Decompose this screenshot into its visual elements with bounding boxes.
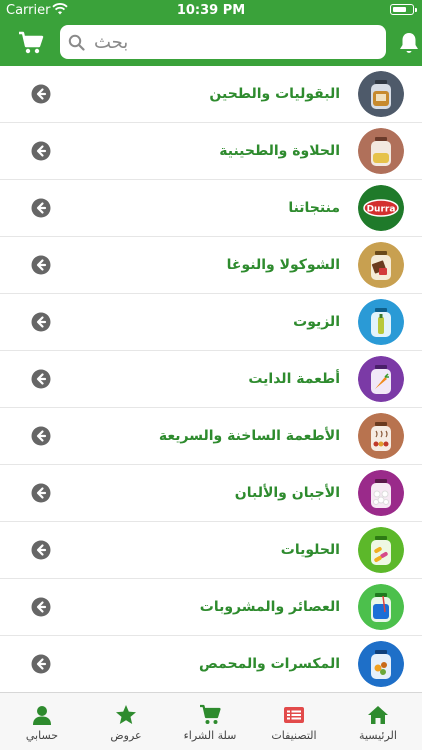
dairy-jar-icon [358,470,404,516]
top-bar: Carrier 10:39 PM [0,0,422,66]
star-icon [116,705,136,724]
chevron-left-icon [31,141,51,161]
hot-food-jar-icon [358,413,404,459]
chevron-left-icon [31,597,51,617]
candy-jar-icon [358,527,404,573]
category-row-chocolate-nougat[interactable]: الشوكولا والنوغا [0,237,422,294]
category-label: المكسرات والمحمص [199,656,340,672]
search-icon [68,34,85,51]
home-icon [368,706,388,724]
category-label: الأطعمة الساخنة والسريعة [158,428,340,444]
category-label: الحلويات [280,542,340,558]
chevron-left-icon [31,198,51,218]
category-label: البقوليات والطحين [209,86,340,102]
tab-label: الرئيسية [359,729,397,742]
chevron-left-icon [31,483,51,503]
chevron-left-icon [31,426,51,446]
tab-label: عروض [110,729,142,742]
category-row-our-products[interactable]: منتجاتنا Durra [0,180,422,237]
status-bar: Carrier 10:39 PM [0,0,422,22]
diet-jar-icon [358,356,404,402]
category-row-dairy-cheese[interactable]: الأجبان والألبان [0,465,422,522]
tab-bar: حسابي عروض سلة الشراء التصنيفات الرئيسية [0,692,422,750]
bell-icon[interactable] [398,31,420,55]
tab-my-account[interactable]: حسابي [0,693,84,750]
category-label: العصائر والمشروبات [199,599,340,615]
category-label: الحلاوة والطحينية [219,143,340,159]
tab-label: التصنيفات [271,729,317,742]
chevron-left-icon [31,540,51,560]
category-label: أطعمة الدايت [248,371,340,387]
legumes-jar-icon [358,71,404,117]
chevron-left-icon [31,255,51,275]
category-label: منتجاتنا [288,200,340,216]
oil-jar-icon [358,299,404,345]
cart-icon [200,704,221,724]
category-label: الأجبان والألبان [234,485,340,501]
list-icon [284,707,304,723]
category-label: الشوكولا والنوغا [226,257,340,273]
category-row-legumes-flour[interactable]: البقوليات والطحين [0,66,422,123]
category-row-juices-drinks[interactable]: العصائر والمشروبات [0,579,422,636]
tab-shopping-cart[interactable]: سلة الشراء [168,693,252,750]
juice-jar-icon [358,584,404,630]
cart-icon[interactable] [18,30,44,56]
durra-logo-text: Durra [367,205,396,215]
battery-icon [390,4,417,15]
chocolate-jar-icon [358,242,404,288]
chevron-left-icon [31,654,51,674]
durra-logo: Durra [358,185,404,231]
status-time: 10:39 PM [176,3,246,18]
tab-offers[interactable]: عروض [84,693,168,750]
search-bar [60,25,386,59]
nuts-jar-icon [358,641,404,687]
tab-label: سلة الشراء [183,729,237,742]
user-icon [33,706,51,725]
tab-label: حسابي [25,729,59,742]
category-row-oils[interactable]: الزيوت [0,294,422,351]
category-list: البقوليات والطحين الحلاوة والطحينية منتج… [0,66,422,692]
chevron-left-icon [31,369,51,389]
chevron-left-icon [31,84,51,104]
search-input[interactable] [90,25,380,59]
halva-jar-icon [358,128,404,174]
category-row-nuts-roastery[interactable]: المكسرات والمحمص [0,636,422,692]
tab-home[interactable]: الرئيسية [336,693,420,750]
chevron-left-icon [31,312,51,332]
category-row-halva-tahini[interactable]: الحلاوة والطحينية [0,123,422,180]
category-label: الزيوت [293,314,340,330]
tab-categories[interactable]: التصنيفات [252,693,336,750]
category-row-diet-food[interactable]: أطعمة الدايت [0,351,422,408]
category-row-sweets[interactable]: الحلويات [0,522,422,579]
category-row-fast-food[interactable]: الأطعمة الساخنة والسريعة [0,408,422,465]
